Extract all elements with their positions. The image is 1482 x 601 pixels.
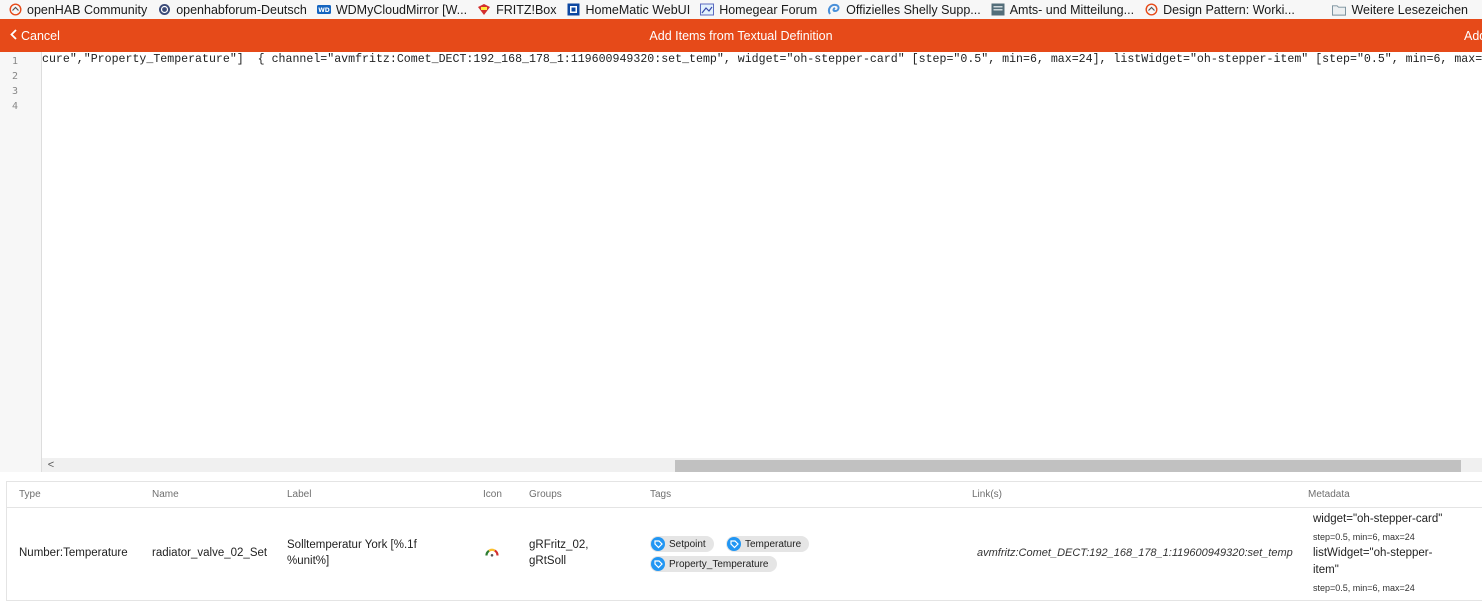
bookmark-label: Offizielles Shelly Supp... — [846, 2, 981, 17]
column-header-metadata: Metadata — [1308, 489, 1350, 500]
line-number: 4 — [11, 101, 18, 112]
metadata-widget-config: step=0.5, min=6, max=24 — [1313, 532, 1415, 542]
tag-chip: Temperature — [726, 536, 810, 552]
bookmark-shelly[interactable]: Offizielles Shelly Supp... — [827, 0, 981, 19]
column-header-links: Link(s) — [972, 489, 1003, 500]
metadata-list-widget-config: step=0.5, min=6, max=24 — [1313, 583, 1415, 593]
bookmark-label: openhabforum-Deutsch — [176, 2, 307, 17]
fritzbox-icon — [477, 3, 491, 17]
bookmark-label: FRITZ!Box — [496, 2, 557, 17]
cancel-label: Cancel — [21, 28, 60, 43]
code-line[interactable]: cure","Property_Temperature"] { channel=… — [42, 53, 1482, 66]
bookmark-label: Weitere Lesezeichen — [1351, 2, 1468, 17]
homematic-icon — [567, 3, 581, 17]
svg-text:WD: WD — [318, 7, 330, 14]
item-groups-line1: gRFritz_02, — [529, 539, 589, 551]
bookmark-openhabforum[interactable]: openhabforum-Deutsch — [157, 0, 307, 19]
tag-label: Setpoint — [669, 538, 706, 550]
tag-chip: Setpoint — [650, 536, 714, 552]
chevron-left-icon — [10, 28, 17, 43]
bookmark-label: Design Pattern: Worki... — [1163, 2, 1295, 17]
bookmarks-bar: openHAB Community openhabforum-Deutsch W… — [0, 0, 1482, 19]
item-name: radiator_valve_02_Set — [152, 547, 268, 559]
metadata-list-widget-line1: listWidget="oh-stepper- — [1313, 547, 1433, 559]
tag-icon — [651, 557, 665, 571]
item-channel-link: avmfritz:Comet_DECT:192_168_178_1:119600… — [977, 547, 1293, 559]
column-header-groups: Groups — [529, 489, 562, 500]
tag-label: Property_Temperature — [669, 558, 769, 570]
page-title: Add Items from Textual Definition — [649, 28, 833, 43]
bookmark-amts[interactable]: Amts- und Mitteilung... — [991, 0, 1134, 19]
temperature-gauge-icon — [485, 544, 499, 562]
bookmark-label: WDMyCloudMirror [W... — [335, 2, 468, 17]
bookmark-label: HomeMatic WebUI — [585, 2, 691, 17]
item-type: Number:Temperature — [19, 547, 128, 559]
horizontal-scrollbar[interactable]: < — [42, 458, 1482, 472]
column-header-label: Label — [287, 489, 312, 500]
shelly-icon — [827, 3, 841, 17]
header-divider — [7, 507, 1482, 508]
items-table: Type Name Label Icon Groups Tags Link(s)… — [6, 481, 1482, 601]
bookmark-design-pattern[interactable]: Design Pattern: Worki... — [1144, 0, 1295, 19]
tag-chip: Property_Temperature — [650, 556, 777, 572]
line-number: 2 — [11, 71, 18, 82]
bookmark-label: Homegear Forum — [719, 2, 818, 17]
item-label-line2: %unit%] — [287, 555, 330, 567]
bookmark-homematic[interactable]: HomeMatic WebUI — [567, 0, 691, 19]
item-label-line1: Solltemperatur York [%.1f — [287, 539, 417, 551]
tag-label: Temperature — [745, 538, 802, 550]
bookmark-wdmycloud[interactable]: WD WDMyCloudMirror [W... — [316, 0, 468, 19]
cancel-button[interactable]: Cancel — [10, 19, 60, 52]
scrollbar-thumb[interactable] — [675, 460, 1461, 472]
column-header-icon: Icon — [483, 489, 502, 500]
wd-icon: WD — [316, 3, 331, 17]
bookmark-label: Amts- und Mitteilung... — [1009, 2, 1135, 17]
column-header-tags: Tags — [650, 489, 672, 500]
column-header-type: Type — [19, 489, 41, 500]
openhab-icon — [1144, 3, 1158, 17]
metadata-list-widget-line2: item" — [1313, 564, 1339, 576]
bookmark-fritzbox[interactable]: FRITZ!Box — [477, 0, 557, 19]
scroll-left-button[interactable]: < — [45, 458, 57, 472]
forum-icon — [157, 3, 171, 17]
homegear-icon — [700, 3, 715, 17]
bookmark-more[interactable]: Weitere Lesezeichen — [1332, 0, 1472, 19]
line-number: 3 — [11, 86, 18, 97]
navbar: Cancel Add Items from Textual Definition… — [0, 19, 1482, 52]
bookmark-label: openHAB Community — [27, 2, 148, 17]
code-editor[interactable]: 1 2 3 4 cure","Property_Temperature"] { … — [0, 52, 1482, 472]
line-number-gutter: 1 2 3 4 — [0, 52, 42, 472]
metadata-widget: widget="oh-stepper-card" — [1313, 513, 1443, 525]
item-groups-line2: gRtSoll — [529, 555, 567, 567]
tag-icon — [651, 537, 665, 551]
bookmark-openhab-community[interactable]: openHAB Community — [8, 0, 147, 19]
add-button[interactable]: Add — [1464, 19, 1482, 52]
folder-icon — [1332, 3, 1347, 17]
tag-icon — [727, 537, 741, 551]
line-number: 1 — [11, 56, 18, 67]
column-header-name: Name — [152, 489, 179, 500]
document-icon — [991, 3, 1005, 17]
bookmark-homegear[interactable]: Homegear Forum — [700, 0, 817, 19]
openhab-icon — [8, 3, 22, 17]
